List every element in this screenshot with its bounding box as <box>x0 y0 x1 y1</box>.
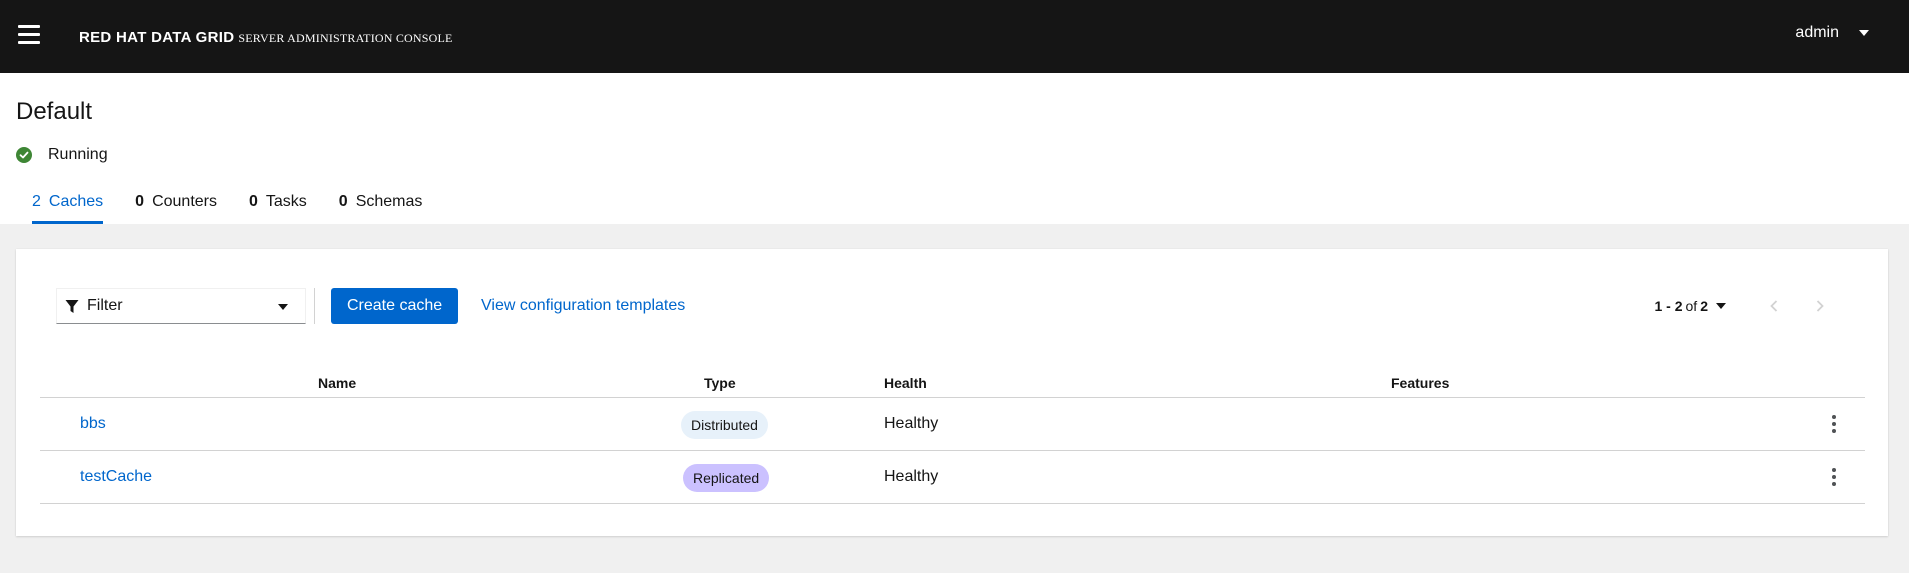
page-range: 1 - 2 <box>1654 298 1683 314</box>
pagination-toggle[interactable]: 1 - 2 of 2 <box>1654 298 1726 314</box>
cache-type-badge: Distributed <box>681 411 768 439</box>
brand-main-text: RED HAT DATA GRID <box>79 29 235 46</box>
check-circle-icon <box>16 147 32 163</box>
brand-sub-text: SERVER ADMINISTRATION CONSOLE <box>238 31 453 45</box>
masthead: RED HAT DATA GRID SERVER ADMINISTRATION C… <box>0 0 1909 73</box>
filter-icon <box>65 299 79 313</box>
row-actions-kebab-icon[interactable] <box>1824 412 1844 436</box>
cache-name-link[interactable]: bbs <box>80 415 106 433</box>
tab-counters[interactable]: 0 Counters <box>119 193 233 224</box>
pagination: 1 - 2 of 2 <box>1655 288 1839 324</box>
column-header-name[interactable]: Name <box>318 375 356 391</box>
column-header-type[interactable]: Type <box>704 375 736 391</box>
tab-schemas[interactable]: 0 Schemas <box>323 193 439 224</box>
cache-type-badge: Replicated <box>683 464 770 492</box>
user-menu-toggle[interactable]: admin <box>1795 24 1869 42</box>
chevron-left-icon <box>1770 300 1778 312</box>
caret-down-icon <box>1859 30 1869 36</box>
caret-down-icon <box>1716 303 1726 309</box>
user-name: admin <box>1795 24 1839 41</box>
tab-label: Counters <box>152 193 217 210</box>
tab-count: 0 <box>248 193 258 210</box>
filter-label: Filter <box>87 297 123 314</box>
table-row: bbs Distributed Healthy <box>40 398 1865 451</box>
next-page-button[interactable] <box>1802 288 1838 324</box>
create-cache-button[interactable]: Create cache <box>331 288 459 324</box>
toolbar-divider <box>314 288 315 324</box>
caches-table: Name Type Health Features bbs Distribute… <box>40 367 1865 504</box>
status-text: Running <box>48 146 108 163</box>
tabs: 2 Caches 0 Counters 0 Tasks 0 Schemas <box>16 193 438 224</box>
previous-page-button[interactable] <box>1756 288 1792 324</box>
tab-tasks[interactable]: 0 Tasks <box>233 193 323 224</box>
row-actions-kebab-icon[interactable] <box>1824 465 1844 489</box>
column-header-features: Features <box>1391 375 1450 391</box>
tab-label: Schemas <box>355 193 423 210</box>
brand-logo: RED HAT DATA GRID SERVER ADMINISTRATION C… <box>79 29 453 47</box>
page-title: Default <box>16 98 93 125</box>
chevron-down-icon <box>278 304 288 310</box>
table-header: Name Type Health Features <box>40 367 1865 398</box>
tab-label: Caches <box>48 193 104 210</box>
cache-health: Healthy <box>884 415 939 432</box>
tab-count: 0 <box>338 193 348 210</box>
cache-health: Healthy <box>884 468 939 485</box>
hamburger-menu-icon[interactable] <box>18 25 40 45</box>
page-of: of <box>1685 298 1698 314</box>
tab-count: 0 <box>135 193 145 210</box>
tab-caches[interactable]: 2 Caches <box>16 193 119 224</box>
filter-select[interactable]: Filter <box>56 288 306 324</box>
page-header: Default Running 2 Caches 0 Counters 0 Ta… <box>0 73 1909 224</box>
tab-label: Tasks <box>265 193 307 210</box>
table-row: testCache Replicated Healthy <box>40 451 1865 504</box>
page-total: 2 <box>1700 298 1708 314</box>
chevron-right-icon <box>1816 300 1824 312</box>
cache-name-link[interactable]: testCache <box>80 468 152 486</box>
caches-card: Filter Create cache View configuration t… <box>16 249 1888 536</box>
status-indicator: Running <box>16 146 108 164</box>
view-templates-link[interactable]: View configuration templates <box>481 297 685 315</box>
column-header-health[interactable]: Health <box>884 375 927 391</box>
tab-count: 2 <box>32 193 41 210</box>
